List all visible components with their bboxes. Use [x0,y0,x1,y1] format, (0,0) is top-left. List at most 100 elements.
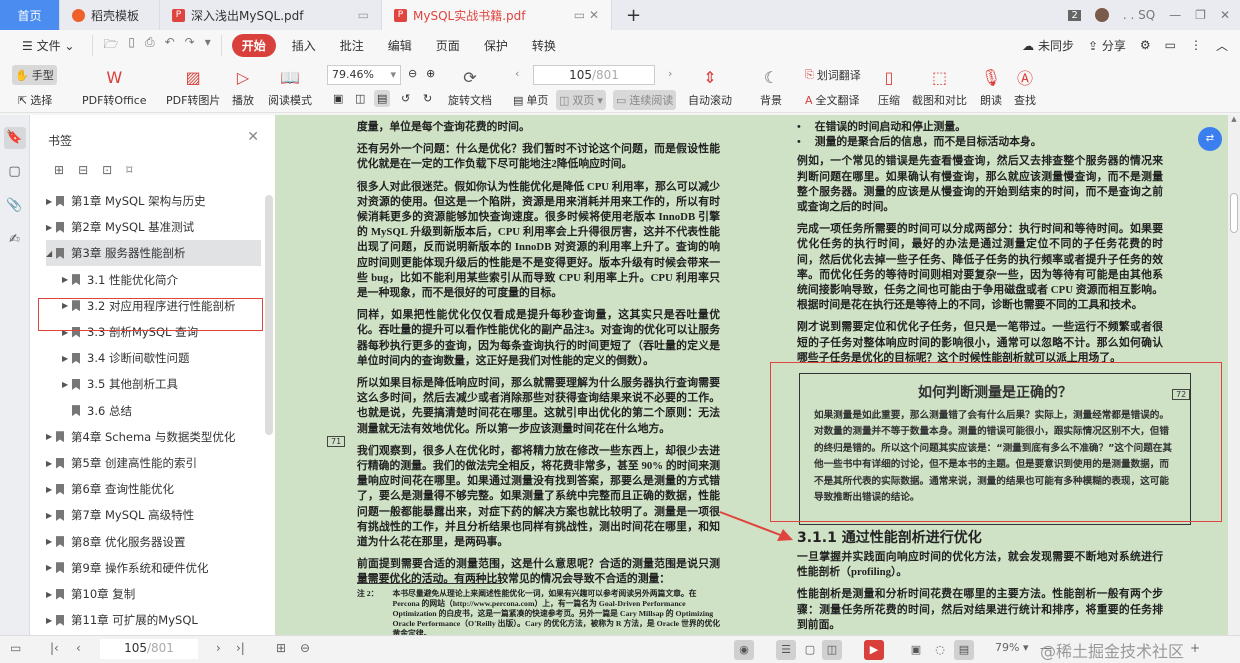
word-translate-button[interactable]: ⎘ 划词翻译 [802,65,864,85]
sidebar-toggle-icon[interactable]: ▭ [10,641,21,655]
undo-icon[interactable]: ↶ [165,35,175,56]
bookmark-icon[interactable]: ⌑ [126,163,132,177]
sidebar-item[interactable]: 3.6 总结 [46,398,261,424]
sidebar-item[interactable]: ▶ 第11章 可扩展的MySQL [46,607,261,633]
play-button[interactable]: ▷ 播放 [232,66,254,108]
window-count-badge[interactable]: 2 [1068,9,1081,21]
file-menu[interactable]: ☰ 文件 ⌄ [10,37,86,54]
continuous-view-icon[interactable]: ☰ [776,640,796,660]
bookmark-panel-icon[interactable]: 🔖 [3,127,26,149]
page-number-input[interactable]: 105/801 [533,65,655,85]
screenshot-compare-button[interactable]: ⬚ 截图和对比 [912,66,967,108]
document-scrollbar[interactable]: ▲ [1228,115,1240,635]
expand-arrow-icon[interactable]: ▶ [46,432,56,441]
eye-protect-icon[interactable]: ◉ [734,640,754,660]
open-icon[interactable]: 🗁 [103,35,118,56]
compress-button[interactable]: ▯ 压缩 [878,66,900,108]
find-button[interactable]: Ⓐ 查找 [1014,66,1036,108]
background-button[interactable]: ☾ 背景 [760,66,782,108]
menu-insert[interactable]: 插入 [280,37,328,54]
signature-icon[interactable]: ✍ [4,229,26,251]
save-icon[interactable]: ▯ [128,35,135,56]
sidebar-scrollbar[interactable] [265,195,273,435]
share-button[interactable]: ⇪ 分享 [1088,37,1126,54]
select-tool-button[interactable]: ⇱ 选择 [15,90,55,110]
menu-edit[interactable]: 编辑 [376,37,424,54]
zoom-select[interactable]: 79.46% ▾ [327,65,401,85]
first-page-icon[interactable]: |‹ [50,641,59,655]
sidebar-item[interactable]: ▶ 第9章 操作系统和硬件优化 [46,555,261,581]
scroll-thumb[interactable] [1230,193,1238,233]
collapse-all-icon[interactable]: ⊟ [78,163,88,177]
prev-page-status-icon[interactable]: ‹ [76,641,81,655]
close-tab-icon[interactable]: ✕ [589,8,599,22]
close-icon[interactable]: ✕ [247,129,259,145]
status-zoom-in-icon[interactable]: + [1190,641,1200,655]
more-icon[interactable]: ⋮ [1190,38,1202,52]
pdf-to-office-button[interactable]: W PDF转Office [82,66,147,108]
double-page-button[interactable]: ◫ 双页 ▾ [556,90,606,110]
sidebar-item[interactable]: ▶ 第10章 复制 [46,581,261,607]
expand-arrow-icon[interactable]: ▶ [46,223,56,232]
pin-icon[interactable]: ▭ [358,8,369,22]
sidebar-item[interactable]: ◢ 第3章 服务器性能剖析 [46,240,261,267]
rotate-document-button[interactable]: ⟳ 旋转文档 [448,66,492,108]
pin-icon[interactable]: ▭ [574,8,585,22]
back-icon[interactable]: ⊖ [300,641,310,655]
settings-icon[interactable]: ⚙ [1140,38,1151,52]
read-aloud-button[interactable]: 🎙 朗读 [980,66,1002,108]
sidebar-item[interactable]: ▶ 3.1 性能优化简介 [46,267,261,293]
full-translate-button[interactable]: A 全文翻译 [802,90,863,110]
tab-doc1[interactable]: P 深入浅出MySQL.pdf ▭ [160,0,382,30]
rotate-right-icon[interactable]: ↻ [420,90,435,107]
new-tab-button[interactable]: + [612,0,655,30]
status-page-input[interactable]: 105/801 [100,639,198,659]
sidebar-item[interactable]: ▶ 第6章 查询性能优化 [46,476,261,502]
prev-page-icon[interactable]: ‹ [512,65,522,82]
comment-icon[interactable]: ▭ [1165,38,1176,52]
expand-arrow-icon[interactable]: ◢ [46,249,56,258]
tab-doc2[interactable]: P MySQL实战书籍.pdf ▭ ✕ [382,0,612,30]
sync-button[interactable]: ☁ 未同步 [1022,37,1074,54]
sidebar-item[interactable]: ▶ 第4章 Schema 与数据类型优化 [46,424,261,450]
sidebar-item[interactable]: ▶ 3.4 诊断间歇性问题 [46,345,261,371]
expand-arrow-icon[interactable]: ▶ [62,275,72,284]
zoom-out-icon[interactable]: ⊖ [405,65,420,82]
expand-arrow-icon[interactable]: ▶ [46,511,56,520]
expand-arrow-icon[interactable]: ▶ [46,485,56,494]
menu-protect[interactable]: 保护 [472,37,520,54]
expand-arrow-icon[interactable]: ▶ [46,563,56,572]
expand-all-icon[interactable]: ⊞ [54,163,64,177]
avatar[interactable] [1094,8,1109,22]
next-page-icon[interactable]: › [665,65,675,82]
continuous-read-button[interactable]: ▭ 连续阅读 [613,90,677,110]
thumbnail-panel-icon[interactable]: ▢ [4,161,26,183]
rotate-left-icon[interactable]: ↺ [398,90,413,107]
menu-start[interactable]: 开始 [231,33,276,57]
expand-arrow-icon[interactable]: ▶ [46,197,56,206]
actual-size-icon[interactable]: ▣ [330,90,346,107]
fit-width-icon[interactable]: ▤ [374,90,391,107]
more-dropdown-icon[interactable]: ▾ [205,35,211,56]
read-mode-button[interactable]: 📖 阅读模式 [268,66,312,108]
floating-convert-button[interactable]: ⇄ [1198,127,1222,151]
scroll-up-icon[interactable]: ▲ [1228,115,1240,123]
collapse-ribbon-icon[interactable]: ︿ [1216,37,1228,54]
single-page-button[interactable]: ▤ 单页 [510,90,551,110]
sidebar-item[interactable]: ▶ 第1章 MySQL 架构与历史 [46,188,261,214]
status-zoom-select[interactable]: 79% ▾ [995,641,1028,654]
expand-arrow-icon[interactable]: ▶ [46,590,56,599]
fit-page-icon[interactable]: ◫ [352,90,368,107]
auto-scroll-button[interactable]: ⇕ 自动滚动 [688,66,732,108]
expand-arrow-icon[interactable]: ▶ [46,537,56,546]
sidebar-item[interactable]: ▶ 第5章 创建高性能的索引 [46,450,261,476]
insert-page-icon[interactable]: ⊞ [276,641,286,655]
zoom-in-icon[interactable]: ⊕ [423,65,438,82]
next-page-status-icon[interactable]: › [216,641,221,655]
expand-arrow-icon[interactable]: ▶ [46,616,56,625]
expand-arrow-icon[interactable]: ▶ [46,459,56,468]
menu-annotate[interactable]: 批注 [328,37,376,54]
menu-page[interactable]: 页面 [424,37,472,54]
expand-arrow-icon[interactable]: ▶ [62,380,72,389]
print-icon[interactable]: ⎙ [145,35,155,56]
